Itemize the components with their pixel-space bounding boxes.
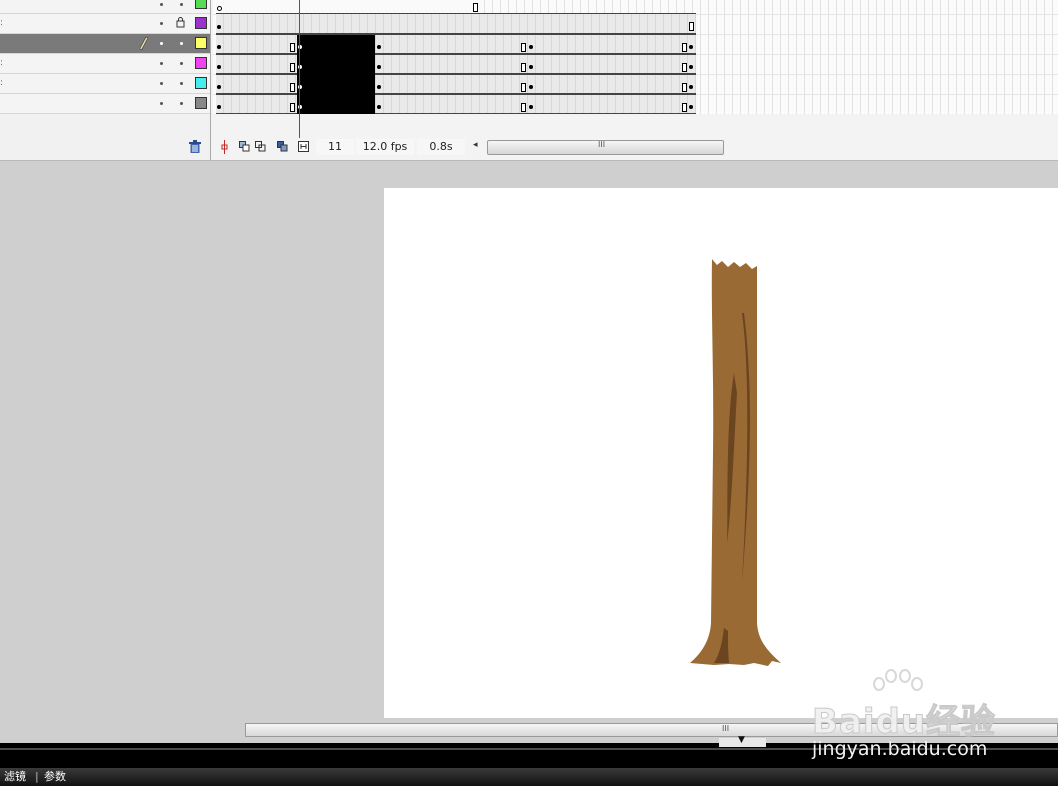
visibility-dot[interactable] — [160, 102, 163, 105]
selected-frames[interactable] — [297, 35, 375, 114]
lock-dot[interactable] — [180, 62, 183, 65]
frame-end-marker[interactable] — [521, 103, 526, 112]
frame-end-marker[interactable] — [521, 63, 526, 72]
playhead[interactable] — [299, 0, 300, 138]
frame-end-marker[interactable] — [682, 43, 687, 52]
layer-color-swatch[interactable] — [195, 0, 207, 9]
keyframe[interactable] — [217, 25, 221, 29]
modify-onion-markers-icon[interactable] — [298, 141, 309, 152]
scroll-grip: III — [722, 724, 730, 733]
frame-end-marker[interactable] — [290, 63, 295, 72]
frame-end-marker[interactable] — [521, 43, 526, 52]
timeline-scrollbar-thumb[interactable]: III — [487, 140, 724, 155]
lock-dot[interactable] — [180, 82, 183, 85]
keyframe[interactable] — [529, 85, 533, 89]
frame-span-layer-4[interactable] — [216, 54, 696, 74]
layer-list: : : : — [0, 0, 211, 160]
visibility-dot[interactable] — [160, 82, 163, 85]
lock-dot[interactable] — [180, 3, 183, 6]
keyframe[interactable] — [217, 105, 221, 109]
visibility-dot[interactable] — [160, 42, 163, 45]
keyframe[interactable] — [689, 65, 693, 69]
layer-color-swatch[interactable] — [195, 57, 207, 69]
scroll-grip: III — [598, 140, 606, 149]
layer-row-5[interactable]: : — [0, 74, 210, 94]
empty-keyframe[interactable] — [217, 6, 222, 11]
tab-separator: | — [35, 770, 39, 783]
lock-icon[interactable] — [176, 17, 185, 28]
layer-color-swatch[interactable] — [195, 17, 207, 29]
keyframe[interactable] — [689, 105, 693, 109]
layer-indicator-icon: : — [0, 58, 4, 68]
frame-end-marker[interactable] — [682, 83, 687, 92]
keyframe[interactable] — [377, 105, 381, 109]
tab-parameters[interactable]: 参数 — [44, 770, 66, 784]
onion-skin-icon[interactable] — [239, 141, 250, 152]
layer-indicator-icon: : — [0, 78, 4, 88]
collapse-panel-button[interactable]: ▼ — [719, 735, 766, 747]
layer-row-2[interactable]: : — [0, 14, 210, 34]
keyframe[interactable] — [529, 65, 533, 69]
onion-skin-outlines-icon[interactable] — [255, 141, 266, 152]
layer-row-3-selected[interactable] — [0, 34, 210, 54]
elapsed-time-field: 0.8s — [417, 139, 465, 155]
keyframe[interactable] — [217, 85, 221, 89]
lock-dot[interactable] — [180, 42, 183, 45]
keyframe[interactable] — [377, 65, 381, 69]
stage-canvas[interactable] — [384, 188, 1058, 718]
pencil-icon — [140, 37, 148, 50]
keyframe[interactable] — [377, 45, 381, 49]
lock-dot[interactable] — [180, 102, 183, 105]
current-frame-field[interactable]: 11 — [316, 139, 354, 155]
frame-span-layer-5[interactable] — [216, 74, 696, 94]
frame-span-layer-6[interactable] — [216, 94, 696, 114]
keyframe[interactable] — [529, 105, 533, 109]
edit-multiple-frames-icon[interactable] — [277, 141, 288, 152]
layer-color-swatch[interactable] — [195, 77, 207, 89]
visibility-dot[interactable] — [160, 22, 163, 25]
frame-span-layer-3[interactable] — [216, 34, 696, 54]
visibility-dot[interactable] — [160, 3, 163, 6]
frame-rate-field[interactable]: 12.0 fps — [356, 139, 414, 155]
keyframe[interactable] — [217, 45, 221, 49]
layer-color-swatch[interactable] — [195, 97, 207, 109]
timeline-panel: : : : 11 12.0 fps 0.8s ◂ III — [0, 0, 1058, 161]
layer-color-swatch[interactable] — [195, 37, 207, 49]
property-panel-tabs: 滤镜 | 参数 — [0, 768, 1058, 786]
tree-trunk-graphic[interactable] — [684, 253, 789, 673]
layer-row-4[interactable]: : — [0, 54, 210, 74]
watermark-brand: Baidu经验 — [811, 702, 997, 743]
watermark-url: jingyan.baidu.com — [812, 738, 988, 760]
center-frame-icon[interactable] — [220, 140, 229, 154]
scroll-left-arrow-icon[interactable]: ◂ — [473, 140, 478, 150]
frame-span-layer-2[interactable] — [216, 13, 696, 34]
keyframe[interactable] — [529, 45, 533, 49]
frame-span-layer-1[interactable] — [216, 0, 478, 14]
layer-row-1[interactable] — [0, 0, 210, 14]
baidu-jingyan-watermark: Baidu经验 jingyan.baidu.com — [811, 668, 1052, 768]
frame-end-marker[interactable] — [290, 43, 295, 52]
keyframe[interactable] — [689, 85, 693, 89]
tab-filters[interactable]: 滤镜 — [4, 770, 26, 784]
delete-layer-trash-icon[interactable] — [189, 140, 201, 153]
frame-end-marker[interactable] — [521, 83, 526, 92]
frame-end-marker[interactable] — [682, 103, 687, 112]
frame-end-marker[interactable] — [473, 3, 478, 12]
layer-row-6[interactable] — [0, 94, 210, 114]
frame-end-marker[interactable] — [689, 22, 694, 31]
visibility-dot[interactable] — [160, 62, 163, 65]
keyframe[interactable] — [689, 45, 693, 49]
keyframe[interactable] — [377, 85, 381, 89]
keyframe[interactable] — [217, 65, 221, 69]
layer-indicator-icon: : — [0, 18, 4, 28]
triangle-down-icon: ▼ — [738, 735, 745, 745]
frame-end-marker[interactable] — [290, 103, 295, 112]
frame-end-marker[interactable] — [682, 63, 687, 72]
frame-end-marker[interactable] — [290, 83, 295, 92]
frames-grid[interactable] — [213, 0, 1058, 135]
